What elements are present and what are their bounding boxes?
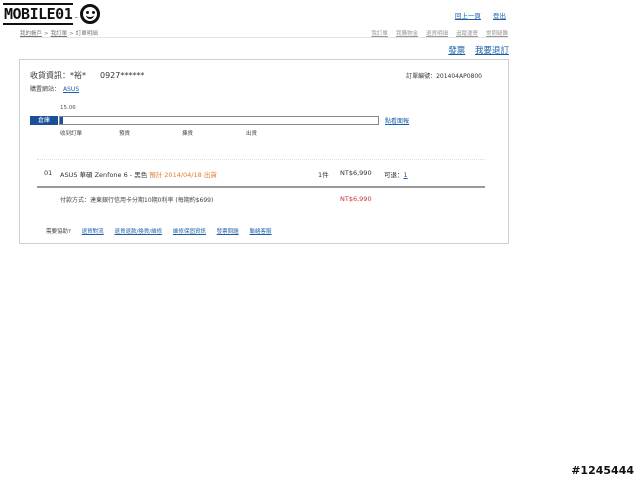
- item-status: 可退：1: [384, 169, 408, 179]
- tab-orders[interactable]: 我訂單: [371, 29, 388, 37]
- cancel-order-link[interactable]: 我要退訂: [475, 46, 509, 56]
- seller-label: 購置網站：: [30, 86, 61, 93]
- item-status-value[interactable]: 1: [404, 171, 408, 179]
- items-divider-top: [37, 159, 485, 160]
- help-links: 需要協助? 退貨對流 退貨退款/換貨/維修 維修保固資訊 發票問題 聯絡客服: [46, 227, 271, 235]
- item-index: 01: [44, 169, 53, 177]
- order-card: 收貨資訊：*裕* 0927****** 訂單編號：201404AP0800 購置網…: [19, 59, 509, 244]
- items-divider-bottom: [37, 186, 485, 188]
- logo-face-icon: [80, 4, 101, 24]
- order-number: 訂單編號：201404AP0800: [406, 71, 482, 80]
- help-link-refund[interactable]: 退貨退款/換貨/維修: [114, 229, 162, 235]
- help-link-return-flow[interactable]: 退貨對流: [82, 229, 104, 235]
- invoice-link[interactable]: 發票: [448, 46, 465, 56]
- tab-returns[interactable]: 退貨明細: [426, 29, 448, 37]
- order-actions: 發票 我要退訂: [441, 44, 509, 56]
- back-link[interactable]: 回上一頁: [455, 12, 481, 20]
- help-label: 需要協助?: [46, 229, 71, 235]
- payment-method: 付款方式：達東銀行信用卡分期10期0利率 (每期約$699): [60, 197, 214, 204]
- item-quantity: 1件: [318, 171, 329, 179]
- recipient-name: *裕*: [70, 71, 86, 80]
- recipient-phone: 0927******: [100, 71, 145, 80]
- seller-link[interactable]: ASUS: [63, 86, 79, 93]
- step-received: 收到訂單: [60, 131, 83, 137]
- step-picking: 揀貨: [182, 131, 194, 137]
- logo-trademark: ™: [74, 16, 79, 21]
- item-status-label: 可退：: [384, 171, 404, 179]
- step-shipped: 出貨: [246, 131, 258, 137]
- top-links: 回上一頁 登出: [445, 10, 506, 20]
- item-description: ASUS 華碩 Zenfone 6 - 黑色 預計 2014/04/18 出貨: [60, 169, 217, 179]
- help-link-invoice[interactable]: 發票問題: [217, 229, 239, 235]
- tab-credits[interactable]: 我購物金: [396, 29, 418, 37]
- tab-faq[interactable]: 常問疑難: [486, 29, 508, 37]
- order-total: NT$6,990: [340, 195, 372, 203]
- help-link-contact[interactable]: 聯絡客服: [249, 229, 271, 235]
- order-number-label: 訂單編號：: [406, 73, 437, 80]
- item-eta: 預計 2014/04/18 出貨: [149, 171, 217, 179]
- tracking-progress-fill: [60, 117, 63, 124]
- item-price: NT$6,990: [340, 169, 372, 177]
- header-divider: [20, 37, 508, 38]
- item-name: ASUS 華碩 Zenfone 6 - 黑色: [60, 171, 148, 179]
- order-number-value: 201404AP0800: [436, 73, 482, 80]
- tracking-detail-link[interactable]: 點看面報: [385, 116, 409, 125]
- recipient-info: 收貨資訊：*裕* 0927******: [30, 70, 144, 81]
- recipient-label: 收貨資訊：: [30, 71, 70, 80]
- tracking-date: 15.06: [60, 105, 76, 111]
- watermark: #1245444: [571, 464, 634, 477]
- tab-tracking[interactable]: 追蹤運寄: [456, 29, 478, 37]
- account-tabs: 我訂單 我購物金 退貨明細 追蹤運寄 常問疑難: [371, 29, 508, 37]
- seller-info: 購置網站： ASUS: [30, 84, 79, 93]
- tracking-stage-label: 倉庫: [30, 116, 58, 125]
- tracking-progress-bar: [59, 116, 379, 125]
- breadcrumb: 我的帳戶 > 我訂單 > 訂單明細: [20, 31, 98, 37]
- step-prepare: 預貨: [119, 131, 131, 137]
- logo-text: MOBILE01: [3, 3, 74, 25]
- help-link-warranty[interactable]: 維修保固資訊: [173, 229, 206, 235]
- logout-link[interactable]: 登出: [493, 12, 506, 20]
- site-logo[interactable]: MOBILE01 ™: [3, 3, 101, 25]
